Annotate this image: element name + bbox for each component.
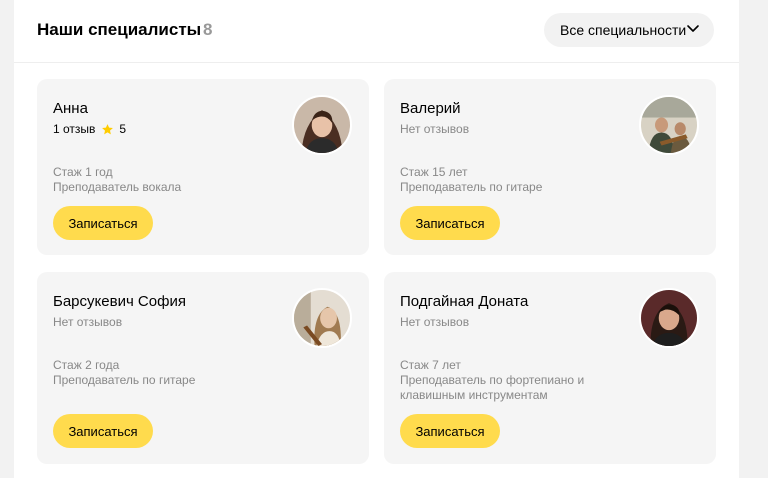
avatar[interactable] (292, 288, 352, 348)
specialist-experience: Стаж 15 лет (400, 165, 468, 179)
section-header: Наши специалисты 8 Все специальности (14, 0, 739, 63)
specialist-reviews: 1 отзыв 5 (53, 122, 126, 136)
specialist-experience: Стаж 2 года (53, 358, 120, 372)
avatar-photo-icon (641, 290, 697, 346)
specialist-name: Анна (53, 100, 88, 117)
avatar-photo-icon (641, 97, 697, 153)
specialist-role: Преподаватель по фортепиано и клавишным … (400, 373, 585, 402)
avatar-photo-icon (294, 97, 350, 153)
star-icon (102, 123, 114, 134)
avatar-photo-icon (294, 290, 350, 346)
reviews-count[interactable]: 1 отзыв (53, 122, 95, 136)
specialty-filter-label: Все специальности (560, 22, 687, 38)
specialist-role: Преподаватель вокала (53, 180, 182, 194)
book-button[interactable]: Записаться (53, 414, 153, 448)
reviews-count: Нет отзывов (400, 315, 470, 329)
specialist-card: Валерий Нет отзывов Стаж 15 лет Преподав… (384, 79, 716, 255)
specialist-name: Подгайная Доната (400, 293, 529, 310)
specialist-experience: Стаж 1 год (53, 165, 113, 179)
specialist-role: Преподаватель по гитаре (400, 180, 543, 194)
chevron-down-icon (687, 25, 699, 32)
specialist-experience: Стаж 7 лет (400, 358, 461, 372)
avatar[interactable] (639, 95, 699, 155)
book-button[interactable]: Записаться (400, 414, 500, 448)
specialist-card: Анна 1 отзыв 5 Стаж 1 год Преподаватель … (37, 79, 369, 255)
specialist-card: Подгайная Доната Нет отзывов Стаж 7 лет … (384, 272, 716, 464)
specialist-reviews: Нет отзывов (400, 122, 469, 136)
specialists-count: 8 (203, 20, 213, 39)
reviews-count: Нет отзывов (400, 122, 470, 136)
book-button[interactable]: Записаться (53, 206, 153, 240)
specialist-name: Валерий (400, 100, 461, 117)
reviews-count: Нет отзывов (53, 315, 123, 329)
book-button[interactable]: Записаться (400, 206, 500, 240)
specialist-reviews: Нет отзывов (53, 315, 122, 329)
specialty-filter-dropdown[interactable]: Все специальности (544, 13, 714, 47)
specialist-role: Преподаватель по гитаре (53, 373, 196, 387)
specialist-reviews: Нет отзывов (400, 315, 469, 329)
avatar[interactable] (292, 95, 352, 155)
section-title: Наши специалисты (37, 20, 202, 39)
rating-value: 5 (119, 122, 127, 136)
avatar[interactable] (639, 288, 699, 348)
specialist-card: Барсукевич София Нет отзывов Стаж 2 года… (37, 272, 369, 464)
specialist-name: Барсукевич София (53, 293, 186, 310)
